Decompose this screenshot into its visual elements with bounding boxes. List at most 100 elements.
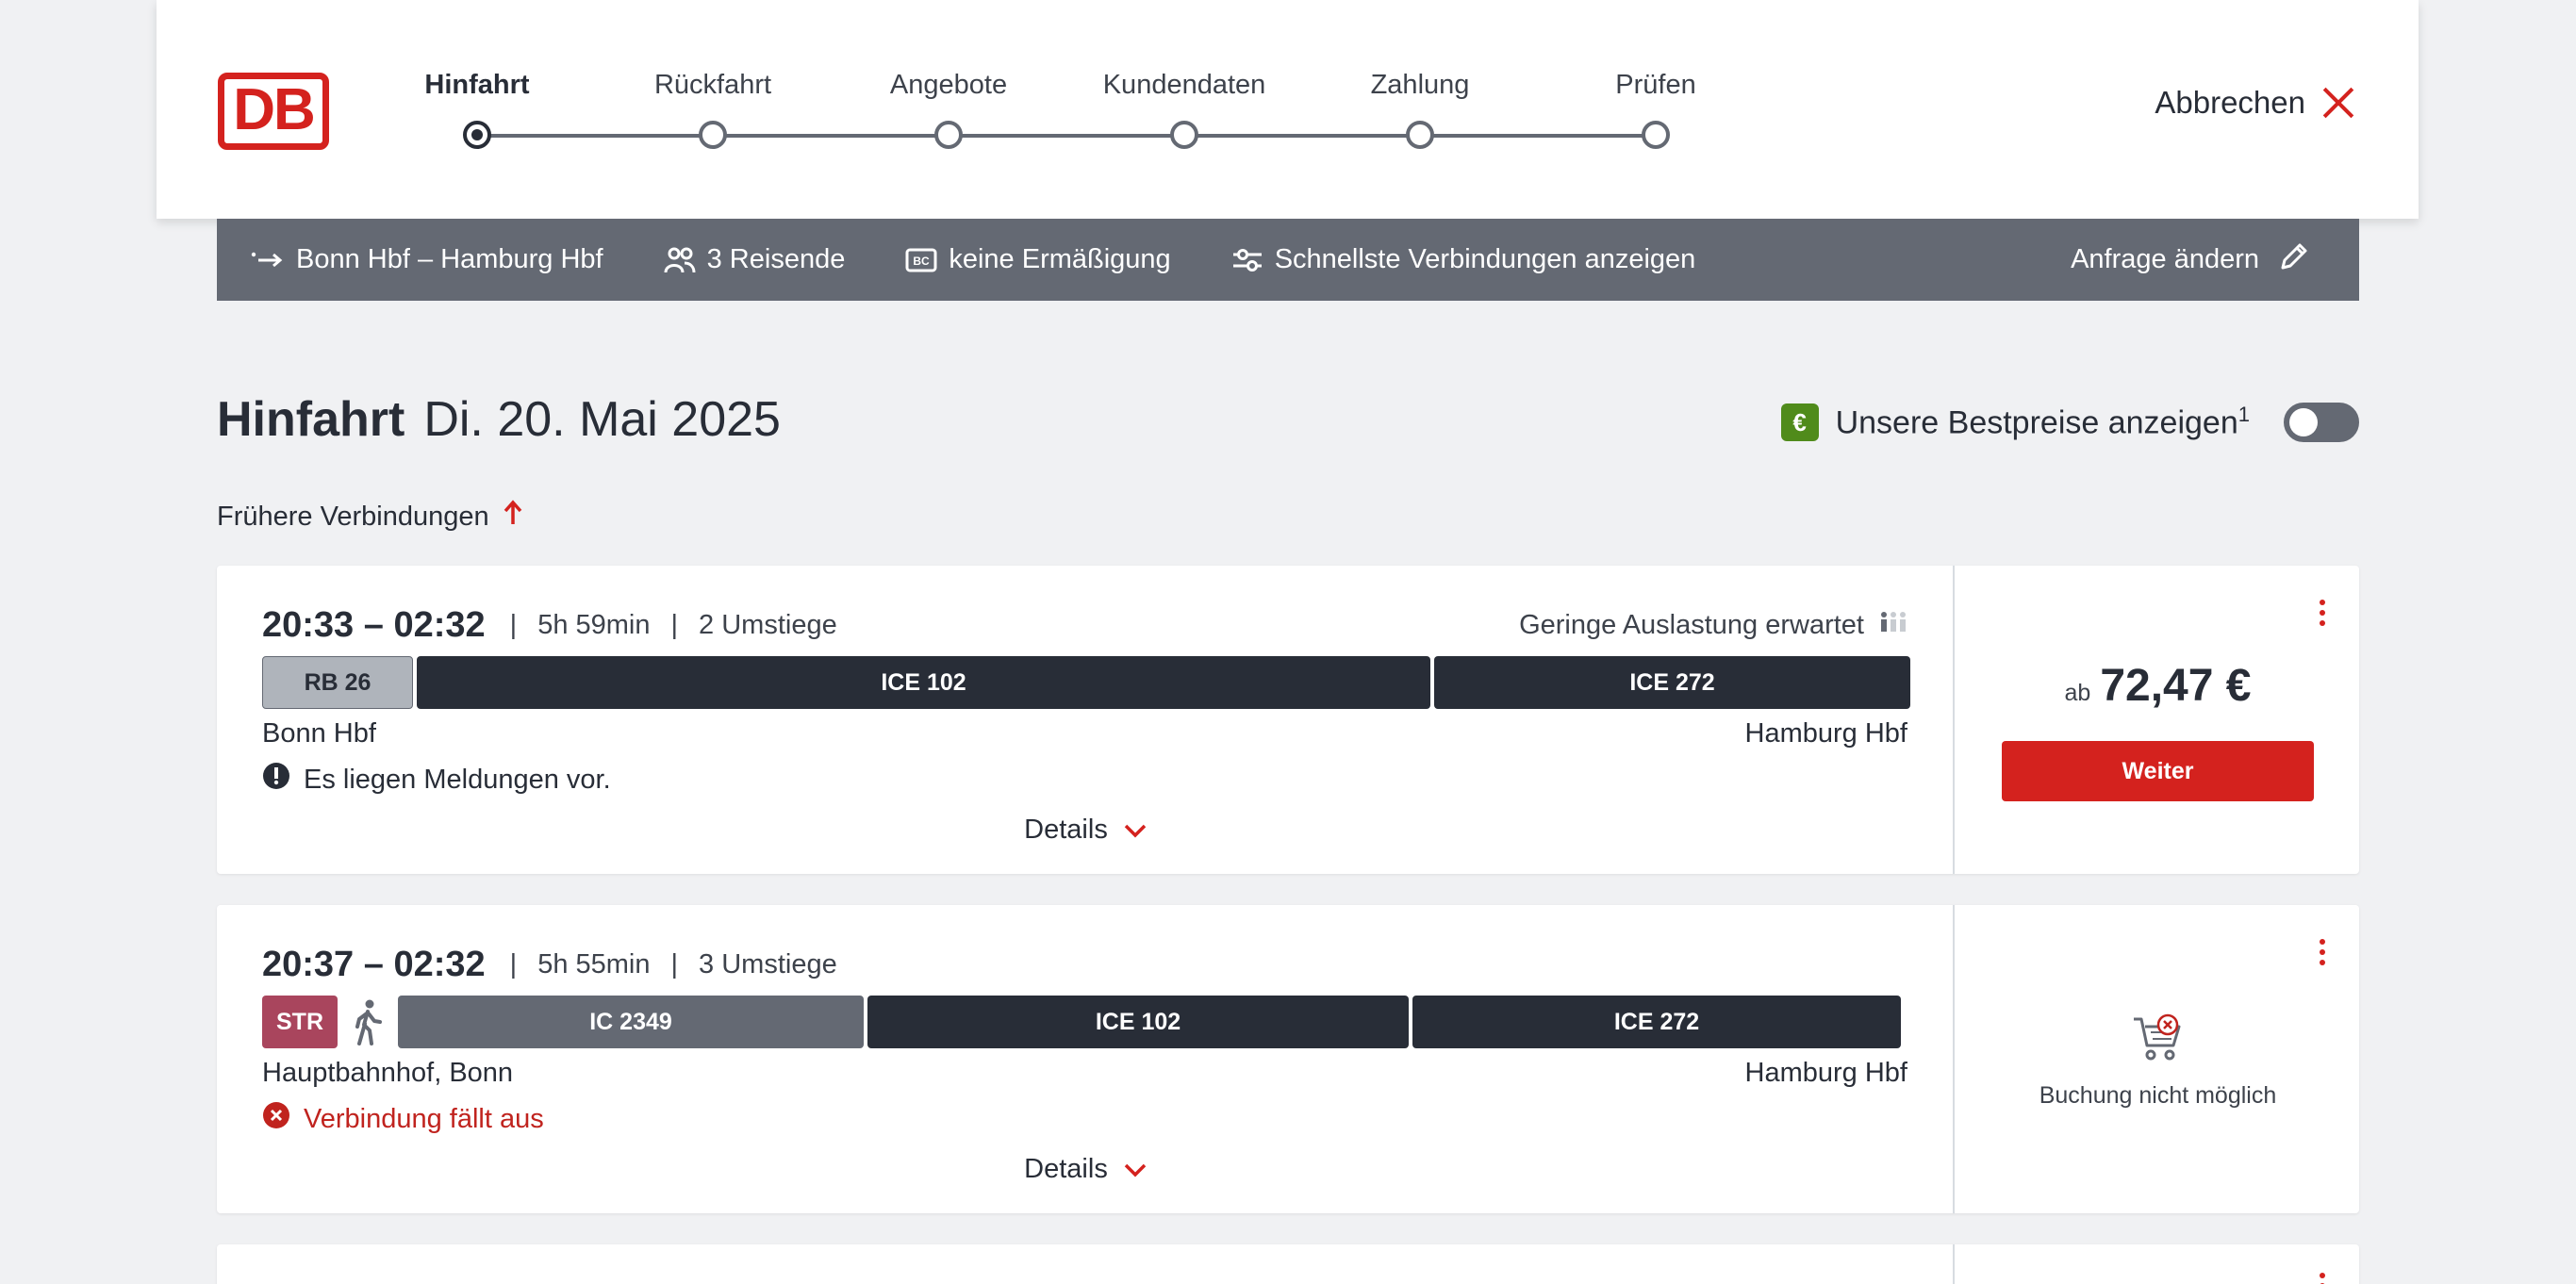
results-title-row: Hinfahrt Di. 20. Mai 2025 € Unsere Bestpr… — [217, 391, 2359, 457]
bestprice-toggle-row: € Unsere Bestpreise anzeigen1 — [1780, 403, 2359, 442]
step-dot — [1170, 121, 1198, 149]
step-dot-active — [463, 121, 491, 149]
more-options-icon[interactable] — [2320, 939, 2329, 965]
train-segments: RB 26 ICE 102 ICE 272 — [262, 656, 1910, 709]
cancellation-notice: Verbindung fällt aus — [262, 1101, 544, 1137]
separator: | — [509, 949, 518, 979]
exclamation-icon — [262, 762, 290, 798]
destination-station: Hamburg Hbf — [1744, 1058, 1907, 1088]
bestprice-label: Unsere Bestpreise anzeigen1 — [1836, 403, 2250, 441]
changes: 3 Umstiege — [699, 949, 837, 979]
travel-date: Di. 20. Mai 2025 — [423, 392, 781, 447]
arrow-up-icon — [503, 500, 523, 534]
error-circle-icon — [262, 1101, 290, 1137]
price-amount: 72,47 € — [2100, 661, 2252, 711]
more-options-icon[interactable] — [2320, 1273, 2329, 1284]
change-request-button[interactable]: Anfrage ändern — [2071, 219, 2310, 301]
travellers-summary: 3 Reisende — [664, 244, 846, 275]
segment-ice102[interactable]: ICE 102 — [417, 656, 1430, 709]
cancel-button[interactable]: Abbrechen — [2155, 85, 2354, 121]
chevron-down-icon — [1123, 815, 1148, 846]
connection-times: 20:33 – 02:32 | 5h 59min | 2 Umstiege — [262, 605, 858, 646]
step-angebote: Angebote — [835, 66, 1062, 149]
occupancy-text: Geringe Auslastung erwartet — [1519, 609, 1864, 640]
connection-times: 20:37 – 02:32 | 5h 55min | 3 Umstiege — [262, 945, 858, 985]
step-rueckfahrt: Rückfahrt — [600, 66, 826, 149]
connection-card: 20:37 – 02:32 | 5h 55min | 3 Umstiege ST… — [217, 905, 2359, 1213]
discount-text: keine Ermäßigung — [949, 244, 1171, 274]
departure-arrival: 20:37 – 02:32 — [262, 945, 486, 984]
continue-button[interactable]: Weiter — [2002, 741, 2314, 801]
connection-info: 20:33 – 02:32 | 5h 59min | 2 Umstiege Ge… — [217, 566, 1955, 874]
sliders-icon — [1231, 247, 1263, 273]
toggle-knob — [2289, 408, 2318, 436]
more-options-icon[interactable] — [2320, 600, 2329, 626]
change-request-label: Anfrage ändern — [2071, 244, 2259, 274]
segment-rb26[interactable]: RB 26 — [262, 656, 413, 709]
details-label: Details — [1024, 1154, 1108, 1184]
filter-text: Schnellste Verbindungen anzeigen — [1274, 244, 1696, 274]
booking-unavailable: Buchung nicht möglich — [1957, 1013, 2359, 1110]
booking-header: DB Hinfahrt Rückfahrt Angebote Kundendat… — [157, 0, 2419, 219]
step-label: Zahlung — [1370, 70, 1470, 100]
price-panel: Buchung nicht möglich — [1957, 905, 2359, 1213]
segment-str[interactable]: STR — [262, 996, 338, 1048]
step-dot — [1406, 121, 1434, 149]
details-label: Details — [1024, 815, 1108, 845]
earlier-connections-label: Frühere Verbindungen — [217, 501, 489, 532]
occupancy-icon — [1879, 609, 1907, 641]
query-summary-bar: Bonn Hbf – Hamburg Hbf 3 Reisende BC kei… — [217, 219, 2359, 301]
earlier-connections-link[interactable]: Frühere Verbindungen — [217, 500, 523, 534]
destination-station: Hamburg Hbf — [1744, 718, 1907, 749]
route-text: Bonn Hbf – Hamburg Hbf — [296, 244, 603, 274]
duration: 5h 55min — [537, 949, 651, 979]
walking-icon — [341, 996, 394, 1048]
step-label: Kundendaten — [1102, 70, 1266, 100]
details-toggle[interactable]: Details — [217, 1154, 1955, 1185]
separator: | — [670, 610, 679, 640]
pencil-icon — [2278, 240, 2310, 280]
step-hinfahrt: Hinfahrt — [364, 66, 590, 149]
connection-info — [217, 1244, 1955, 1284]
notice: Es liegen Meldungen vor. — [262, 762, 611, 798]
filter-summary: Schnellste Verbindungen anzeigen — [1231, 244, 1696, 275]
step-dot — [1642, 121, 1670, 149]
footnote-marker: 1 — [2237, 403, 2250, 427]
route-arrow-icon — [251, 251, 285, 270]
step-zahlung: Zahlung — [1307, 66, 1533, 149]
train-segments: STR IC 2349 ICE 102 ICE 272 — [262, 996, 1910, 1048]
close-icon — [2322, 87, 2354, 119]
connection-info: 20:37 – 02:32 | 5h 55min | 3 Umstiege ST… — [217, 905, 1955, 1213]
step-label: Prüfen — [1615, 70, 1696, 100]
occupancy-info: Geringe Auslastung erwartet — [1519, 609, 1907, 641]
people-icon — [664, 246, 696, 274]
unavailable-text: Buchung nicht möglich — [2039, 1082, 2277, 1109]
discount-summary: BC keine Ermäßigung — [905, 244, 1171, 275]
details-toggle[interactable]: Details — [217, 815, 1955, 846]
segment-ice272[interactable]: ICE 272 — [1434, 656, 1910, 709]
changes: 2 Umstiege — [699, 610, 837, 640]
cancel-label: Abbrechen — [2155, 85, 2305, 120]
step-dot — [934, 121, 963, 149]
price-panel: ab 72,47 € Weiter — [1957, 566, 2359, 874]
bahncard-icon: BC — [905, 248, 937, 272]
notice-text: Es liegen Meldungen vor. — [304, 764, 611, 795]
step-label: Angebote — [889, 70, 1008, 100]
progress-stepper: Hinfahrt Rückfahrt Angebote Kundendaten … — [157, 0, 2419, 219]
bestprice-text: Unsere Bestpreise anzeigen — [1835, 404, 2238, 441]
separator: | — [509, 610, 518, 640]
step-dot — [699, 121, 727, 149]
segment-ice102[interactable]: ICE 102 — [867, 996, 1409, 1048]
price: ab 72,47 € — [1957, 660, 2359, 712]
step-pruefen: Prüfen — [1543, 66, 1769, 149]
price-prefix: ab — [2064, 680, 2091, 706]
segment-ic2349[interactable]: IC 2349 — [398, 996, 864, 1048]
bestprice-toggle[interactable] — [2284, 403, 2359, 442]
travellers-text: 3 Reisende — [706, 244, 846, 274]
step-label: Rückfahrt — [653, 70, 772, 100]
step-kundendaten: Kundendaten — [1071, 66, 1297, 149]
segment-ice272[interactable]: ICE 272 — [1412, 996, 1901, 1048]
chevron-down-icon — [1123, 1154, 1148, 1185]
price-panel — [1957, 1244, 2359, 1284]
separator: | — [670, 949, 679, 979]
